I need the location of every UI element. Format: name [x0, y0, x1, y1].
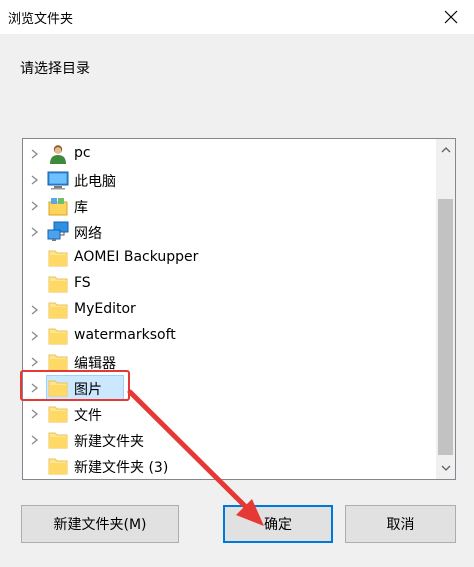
tree-item-label: MyEditor: [74, 301, 136, 317]
ok-button[interactable]: 确定: [223, 505, 333, 543]
network-icon: [47, 221, 69, 243]
computer-icon: [47, 169, 69, 191]
tree-item-label: 网络: [74, 226, 102, 242]
folder-icon: [47, 403, 69, 425]
tree-item[interactable]: 新建文件夹 (3): [23, 453, 437, 479]
tree-item-label: 新建文件夹 (3): [74, 460, 169, 476]
tree-item[interactable]: 编辑器: [23, 349, 437, 375]
expand-arrow-icon[interactable]: [28, 432, 42, 448]
close-button[interactable]: [428, 0, 474, 34]
chevron-down-icon: [441, 465, 450, 471]
expand-arrow-icon[interactable]: [28, 302, 42, 318]
expand-arrow-icon[interactable]: [28, 224, 42, 240]
tree-item-label: FS: [74, 275, 91, 291]
cancel-button[interactable]: 取消: [345, 505, 456, 543]
prompt-text: 请选择目录: [20, 61, 90, 77]
tree-item[interactable]: MyEditor: [23, 297, 437, 323]
tree-item-label: AOMEI Backupper: [74, 249, 199, 265]
folder-icon: [47, 351, 69, 373]
tree-item[interactable]: 新建文件夹: [23, 427, 437, 453]
scroll-down-button[interactable]: [436, 457, 455, 479]
chevron-up-icon: [441, 147, 450, 153]
expand-arrow-icon[interactable]: [28, 146, 42, 162]
tree-item-label: 新建文件夹: [74, 434, 144, 450]
close-icon: [444, 10, 458, 24]
tree-item[interactable]: FS: [23, 271, 437, 297]
folder-tree[interactable]: pc 此电脑库网络 AOMEI Backupper FS MyEditor waterma…: [22, 138, 456, 480]
folder-icon: [47, 455, 69, 477]
tree-item[interactable]: 图片: [23, 375, 437, 401]
tree-item-label: pc: [74, 145, 91, 161]
scroll-up-button[interactable]: [436, 139, 455, 161]
expand-arrow-icon[interactable]: [28, 354, 42, 370]
folder-icon: [47, 429, 69, 451]
tree-item-label: 库: [74, 200, 88, 216]
tree-item[interactable]: 网络: [23, 219, 437, 245]
tree-item-label: 此电脑: [74, 174, 116, 190]
tree-item[interactable]: 此电脑: [23, 167, 437, 193]
tree-item[interactable]: AOMEI Backupper: [23, 245, 437, 271]
user-icon: [47, 143, 69, 165]
tree-item[interactable]: pc: [23, 141, 437, 167]
tree-item-label: 图片: [74, 382, 102, 398]
new-folder-button[interactable]: 新建文件夹(M): [21, 505, 179, 543]
expand-arrow-icon[interactable]: [28, 172, 42, 188]
folder-icon: [47, 247, 69, 269]
tree-item-label: 编辑器: [74, 356, 116, 372]
expand-arrow-icon[interactable]: [28, 198, 42, 214]
window-title: 浏览文件夹: [8, 12, 74, 27]
tree-item[interactable]: watermarksoft: [23, 323, 437, 349]
folder-icon: [47, 299, 69, 321]
title-bar: 浏览文件夹: [0, 0, 474, 34]
folder-icon: [47, 325, 69, 347]
tree-item-label: watermarksoft: [74, 327, 176, 343]
tree-item[interactable]: 文件: [23, 401, 437, 427]
folder-icon: [47, 377, 69, 399]
tree-item-label: 文件: [74, 408, 102, 424]
expand-arrow-icon[interactable]: [28, 380, 42, 396]
tree-item[interactable]: 库: [23, 193, 437, 219]
folder-icon: [47, 273, 69, 295]
folder-tree-list: pc 此电脑库网络 AOMEI Backupper FS MyEditor waterma…: [23, 141, 437, 479]
scrollbar-thumb[interactable]: [438, 199, 453, 455]
expand-arrow-icon[interactable]: [28, 406, 42, 422]
library-icon: [47, 195, 69, 217]
expand-arrow-icon[interactable]: [28, 328, 42, 344]
vertical-scrollbar[interactable]: [436, 139, 455, 479]
